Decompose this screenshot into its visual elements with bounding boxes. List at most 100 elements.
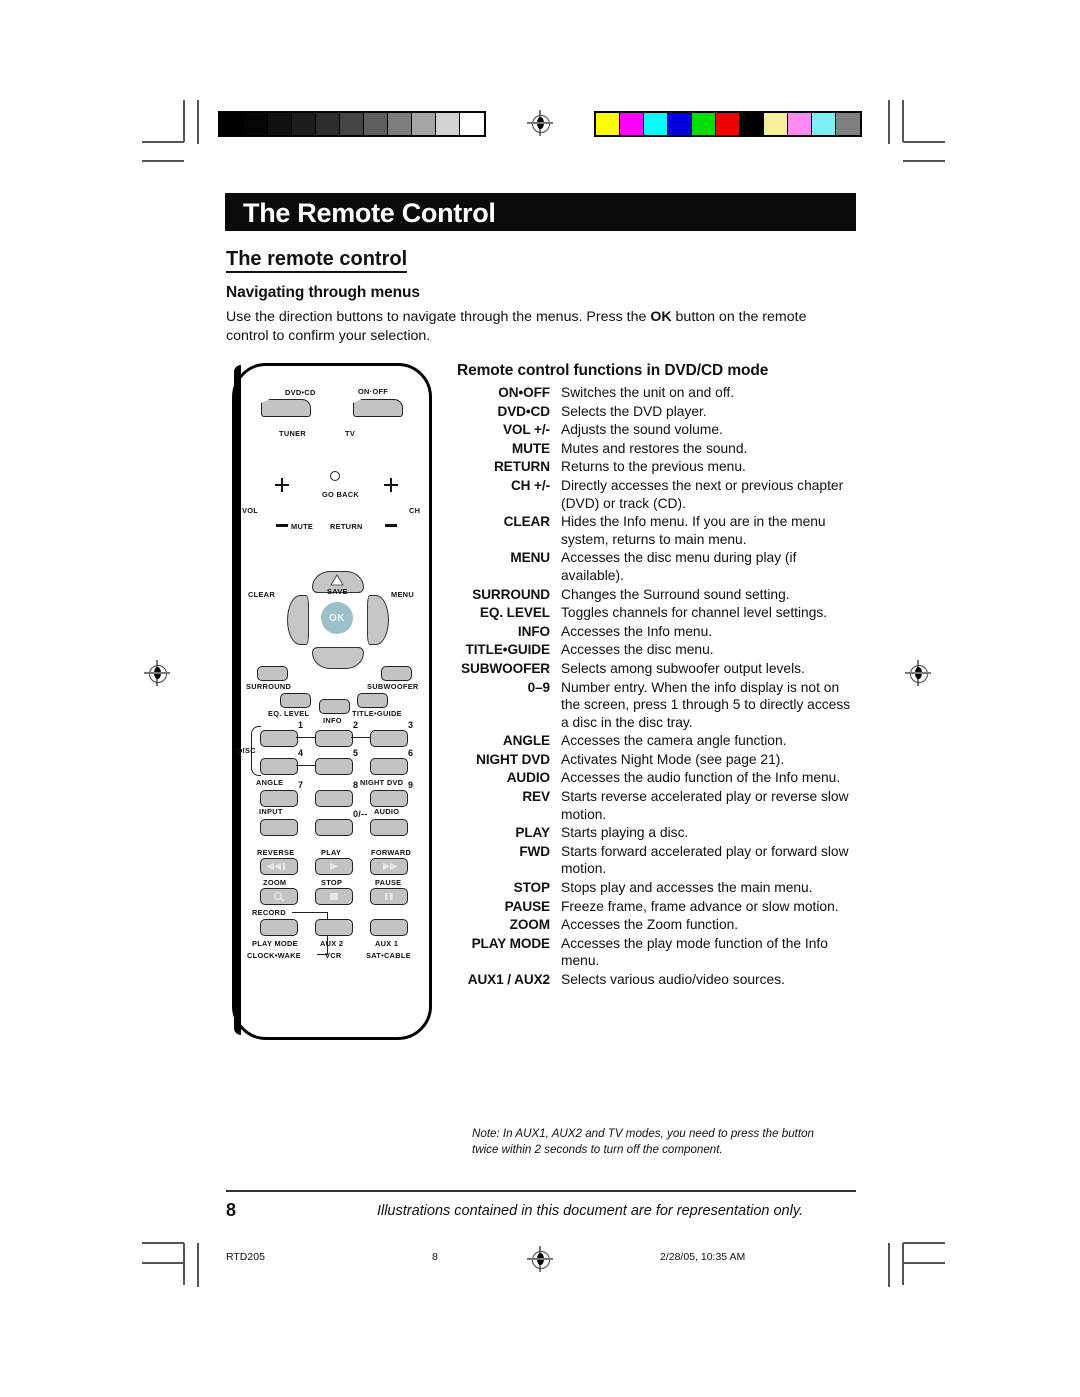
remote-label-info: INFO: [323, 716, 342, 725]
grayscale-swatch: [339, 113, 364, 135]
function-term: PLAY: [515, 825, 550, 841]
remote-key-aux1: [370, 919, 408, 936]
remote-label-return: RETURN: [330, 522, 363, 531]
remote-key-forward: [370, 858, 408, 875]
grayscale-swatch: [315, 113, 340, 135]
function-row: RETURN Returns to the previous menu.: [457, 458, 857, 476]
function-description: Number entry. When the info display is n…: [561, 679, 851, 730]
grayscale-swatch: [387, 113, 412, 135]
remote-key-6: [370, 758, 408, 775]
remote-label-save: SAVE: [327, 587, 348, 596]
color-swatch: [715, 113, 740, 135]
function-row: PLAY MODE Accesses the play mode function…: [457, 935, 857, 970]
grayscale-swatch: [267, 113, 292, 135]
function-term: SURROUND: [472, 586, 550, 602]
color-swatch: [763, 113, 788, 135]
function-term: RETURN: [493, 459, 550, 475]
function-description: Selects the DVD player.: [561, 403, 707, 419]
remote-label-stop: STOP: [321, 878, 343, 887]
functions-table: ON•OFF Switches the unit on and off. DVD•C…: [457, 384, 857, 990]
bleed-mark-right-bottom: [888, 1243, 890, 1287]
function-row: TITLE•GUIDE Accesses the disc menu.: [457, 641, 857, 659]
remote-label-eq-level: EQ. LEVEL: [268, 709, 310, 718]
function-term: MUTE: [511, 440, 550, 456]
intro-paragraph: Use the direction buttons to navigate th…: [226, 308, 826, 346]
function-row: PAUSE Freeze frame, frame advance or slow…: [457, 898, 857, 916]
footer-rule: [226, 1190, 856, 1192]
function-term: SUBWOOFER: [461, 660, 550, 676]
crop-mark-tl-h2: [142, 160, 184, 162]
bleed-mark-left-bottom: [197, 1243, 199, 1287]
remote-key-pause: [370, 888, 408, 905]
remote-label-aux1: AUX 1: [375, 939, 399, 948]
function-row: AUX1 / AUX2 Selects various audio/video s…: [457, 971, 857, 989]
function-term: PAUSE: [504, 898, 550, 914]
remote-key-aux2: [315, 919, 353, 936]
function-description: Starts forward accelerated play or forwa…: [561, 843, 849, 877]
function-term: CH +/-: [510, 477, 550, 493]
color-calibration-bar: [594, 111, 862, 137]
color-swatch: [691, 113, 716, 135]
remote-label-play-mode: PLAY MODE: [252, 939, 298, 948]
record-leader-h: [292, 912, 328, 914]
remote-label-zoom: ZOOM: [263, 878, 287, 887]
function-description: Accesses the camera angle function.: [561, 733, 787, 749]
remote-key-down: [312, 647, 364, 669]
color-swatch: [596, 113, 620, 135]
crop-mark-bl-h2: [142, 1262, 184, 1264]
remote-key-input: [260, 819, 298, 836]
remote-label-clock-wake: CLOCK•WAKE: [247, 951, 302, 960]
remote-key-vol-down: [276, 524, 288, 527]
remote-label-menu: MENU: [391, 590, 414, 599]
crop-mark-bl-v: [183, 1243, 185, 1285]
remote-key-zoom: [260, 888, 298, 905]
keypad-connector-4-5: [296, 765, 315, 767]
remote-key-2: [315, 730, 353, 747]
function-row: VOL +/- Adjusts the sound volume.: [457, 421, 857, 439]
function-description: Switches the unit on and off.: [561, 385, 735, 400]
function-description: Starts reverse accelerated play or rever…: [561, 789, 849, 822]
registration-target-top: [527, 110, 553, 136]
crop-mark-tr-h: [903, 141, 945, 143]
remote-label-ch: CH: [409, 506, 421, 515]
function-term: ZOOM: [509, 917, 550, 933]
remote-label-go-back: GO BACK: [322, 490, 359, 499]
remote-key-4: [260, 758, 298, 775]
function-description: Mutes and restores the sound.: [561, 440, 748, 456]
function-description: Adjusts the sound volume.: [561, 422, 723, 438]
function-description: Changes the Surround sound setting.: [561, 586, 790, 602]
remote-label-ok: OK: [329, 612, 345, 624]
remote-key-9: [370, 790, 408, 807]
keypad-connector-1-2: [296, 737, 315, 739]
function-term: FWD: [519, 843, 550, 859]
remote-label-forward: FORWARD: [371, 848, 412, 857]
remote-label-6: 6: [408, 748, 414, 758]
function-description: Accesses the Info menu.: [561, 623, 713, 639]
function-term: INFO: [517, 623, 550, 639]
function-row: ANGLE Accesses the camera angle function.: [457, 732, 857, 750]
bleed-mark-left: [197, 100, 199, 144]
function-description: Accesses the disc menu during play (if a…: [561, 550, 797, 583]
page-number: 8: [226, 1200, 237, 1220]
remote-control-illustration: DVD•CD TUNER ON·OFF TV VOL CH GO BACK MU…: [232, 363, 432, 1040]
remote-label-surround: SURROUND: [246, 682, 292, 691]
color-swatch: [643, 113, 668, 135]
function-description: Stops play and accesses the main menu.: [561, 880, 813, 896]
remote-label-vcr: VCR: [325, 951, 342, 960]
registration-target-left: [144, 660, 170, 686]
remote-key-go-back: [330, 471, 340, 481]
function-row: INFO Accesses the Info menu.: [457, 623, 857, 641]
function-description: Returns to the previous menu.: [561, 459, 746, 475]
function-description: Starts playing a disc.: [561, 825, 689, 841]
remote-label-5: 5: [353, 748, 359, 758]
page-title: The Remote Control: [243, 198, 496, 228]
pause-glyph-icon: [385, 893, 393, 900]
printer-mark-filename: RTD205: [226, 1251, 265, 1263]
remote-label-input: INPUT: [259, 807, 283, 816]
crop-mark-br-h: [903, 1242, 945, 1244]
remote-key-ok: OK: [321, 602, 353, 634]
section-heading: The remote control: [226, 248, 408, 273]
crop-mark-tl-v: [183, 100, 185, 142]
function-row: SUBWOOFER Selects among subwoofer output …: [457, 660, 857, 678]
reverse-glyph-icon: [266, 863, 285, 870]
